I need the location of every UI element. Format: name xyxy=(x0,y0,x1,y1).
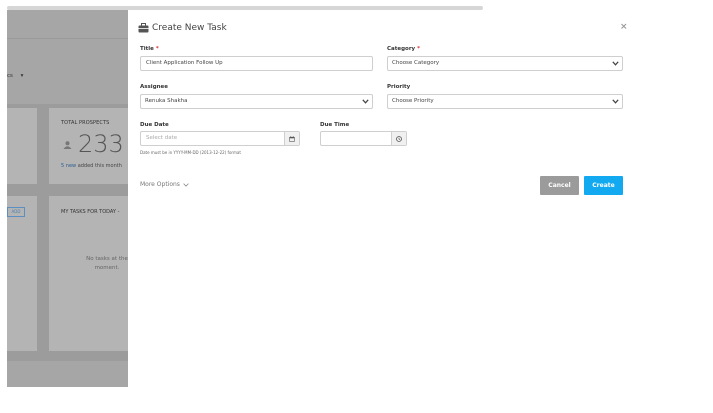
more-options-label: More Options xyxy=(140,181,180,188)
modal-title: Create New Task xyxy=(152,23,227,33)
category-select-value: Choose Category xyxy=(392,60,440,66)
prospects-new-count: 5 new xyxy=(61,163,77,169)
background-dropdown: cs ▾ xyxy=(7,73,23,79)
calendar-icon[interactable] xyxy=(284,132,299,145)
person-icon xyxy=(63,141,72,151)
close-icon[interactable]: × xyxy=(620,22,628,32)
screen: cs ▾ TOTAL PROSPECTS 233 5 new added thi… xyxy=(0,0,713,413)
category-label: Category * xyxy=(387,46,420,52)
briefcase-icon xyxy=(138,23,149,33)
prospects-value-row: 233 xyxy=(63,130,124,158)
tasks-empty-text: No tasks at the moment. xyxy=(86,256,128,271)
background-card xyxy=(7,108,37,184)
create-task-modal: Create New Task × Title * Client Applicat… xyxy=(128,10,632,390)
title-input[interactable]: Client Application Follow Up xyxy=(140,56,373,71)
assignee-select[interactable]: Renuka Shakha xyxy=(140,94,373,109)
prospects-new-suffix: added this month xyxy=(76,163,122,169)
due-time-input[interactable] xyxy=(320,131,407,146)
modal-header: Create New Task xyxy=(138,23,227,33)
prospects-card-title: TOTAL PROSPECTS xyxy=(61,120,110,126)
background-card xyxy=(7,196,37,351)
due-time-label: Due Time xyxy=(320,122,350,128)
tasks-card-title: MY TASKS FOR TODAY - xyxy=(61,209,120,215)
assignee-label: Assignee xyxy=(140,84,169,90)
prospects-value: 233 xyxy=(78,130,124,158)
background-dropdown-label: cs xyxy=(7,73,13,79)
prospects-new-text: 5 new added this month xyxy=(61,163,122,169)
background-header-divider xyxy=(7,38,128,39)
priority-label: Priority xyxy=(387,84,411,90)
more-options-toggle[interactable]: More Options xyxy=(140,181,189,188)
chevron-down-icon xyxy=(608,57,622,70)
create-button[interactable]: Create xyxy=(584,176,623,195)
due-date-label: Due Date xyxy=(140,122,169,128)
chevron-down-icon: ▾ xyxy=(20,73,24,79)
due-date-input[interactable]: Select date xyxy=(140,131,300,146)
chevron-down-icon xyxy=(358,95,372,108)
clock-icon[interactable] xyxy=(391,132,406,145)
assignee-select-value: Renuka Shakha xyxy=(145,98,188,104)
category-select[interactable]: Choose Category xyxy=(387,56,623,71)
title-label-text: Title xyxy=(140,46,154,52)
category-label-text: Category xyxy=(387,46,416,52)
chevron-down-icon xyxy=(608,95,622,108)
due-date-hint: Date must be in YYYY-MM-DD (2013-12-22) … xyxy=(140,150,241,155)
priority-select[interactable]: Choose Priority xyxy=(387,94,623,109)
background-dashboard: cs ▾ TOTAL PROSPECTS 233 5 new added thi… xyxy=(7,10,128,387)
chevron-down-icon xyxy=(183,182,189,187)
due-date-placeholder: Select date xyxy=(146,135,178,141)
category-required-mark: * xyxy=(417,46,421,52)
background-add-button: ADD xyxy=(7,207,25,217)
cancel-button[interactable]: Cancel xyxy=(540,176,579,195)
priority-select-value: Choose Priority xyxy=(392,98,434,104)
title-required-mark: * xyxy=(155,46,159,52)
title-label: Title * xyxy=(140,46,159,52)
background-tasks-card xyxy=(49,196,128,351)
